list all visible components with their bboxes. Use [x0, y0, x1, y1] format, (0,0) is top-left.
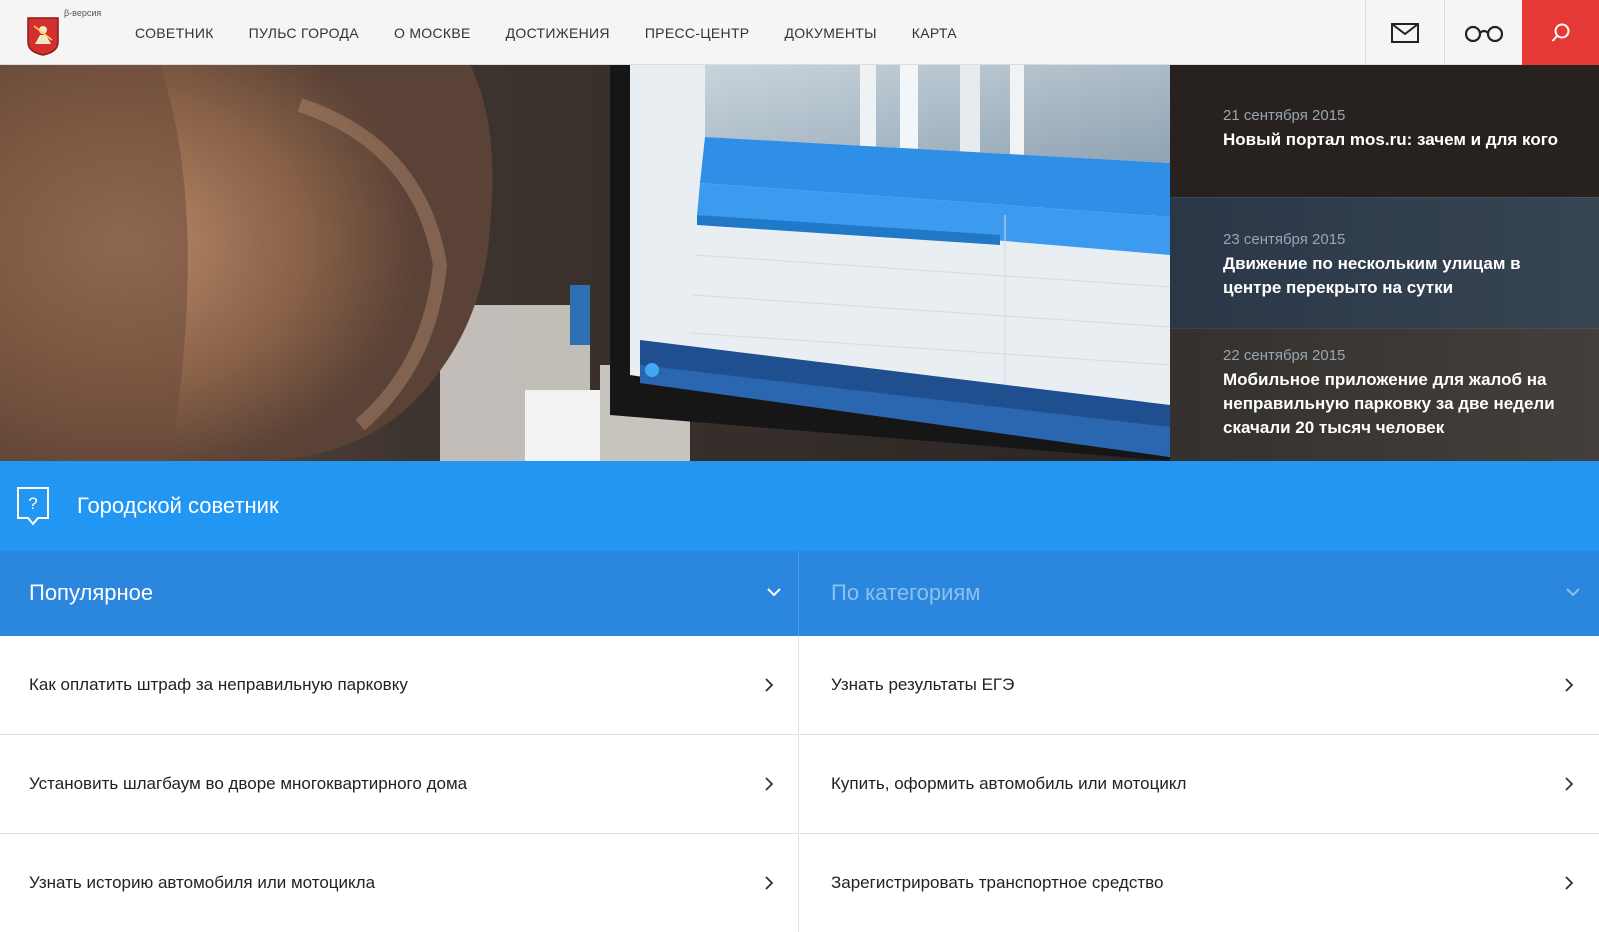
chevron-right-icon	[1565, 678, 1574, 692]
chevron-right-icon	[765, 777, 774, 791]
moscow-coat-of-arms-logo[interactable]	[26, 16, 60, 56]
list-item-label: Узнать результаты ЕГЭ	[831, 675, 1015, 694]
tab-categories[interactable]: По категориям	[800, 551, 1599, 636]
list-item[interactable]: Узнать результаты ЕГЭ	[800, 636, 1599, 735]
list-item-label: Зарегистрировать транспортное средство	[831, 873, 1164, 892]
chevron-down-icon	[1566, 588, 1580, 597]
advisor-title[interactable]: Городской советник	[77, 493, 279, 519]
chevron-right-icon	[1565, 876, 1574, 890]
nav-item-press-center[interactable]: ПРЕСС-ЦЕНТР	[645, 25, 750, 41]
nav-item-advisor[interactable]: СОВЕТНИК	[135, 25, 214, 41]
list-item-label: Как оплатить штраф за неправильную парко…	[29, 675, 408, 694]
nav-item-city-pulse[interactable]: ПУЛЬС ГОРОДА	[249, 25, 359, 41]
news-title[interactable]: Мобильное приложение для жалоб на неправ…	[1223, 368, 1567, 440]
nav-item-map[interactable]: КАРТА	[912, 25, 957, 41]
news-date: 23 сентября 2015	[1223, 231, 1346, 248]
accessibility-button[interactable]	[1444, 0, 1523, 65]
nav-item-about-moscow[interactable]: О МОСКВЕ	[394, 25, 471, 41]
tab-popular-label: Популярное	[29, 580, 154, 605]
mail-icon	[1391, 22, 1419, 43]
advisor-lists: Как оплатить штраф за неправильную парко…	[0, 636, 1599, 932]
nav-item-achievements[interactable]: ДОСТИЖЕНИЯ	[506, 25, 610, 41]
list-item[interactable]: Купить, оформить автомобиль или мотоцикл	[800, 735, 1599, 834]
news-title[interactable]: Новый портал mos.ru: зачем и для кого	[1223, 128, 1567, 152]
category-list: Узнать результаты ЕГЭ Купить, оформить а…	[800, 636, 1599, 932]
beta-label: β-версия	[64, 8, 102, 18]
news-title[interactable]: Движение по нескольким улицам в центре п…	[1223, 252, 1567, 300]
list-item[interactable]: Как оплатить штраф за неправильную парко…	[0, 636, 799, 735]
news-panel: 21 сентября 2015 Новый портал mos.ru: за…	[1170, 65, 1599, 461]
list-item-label: Установить шлагбаум во дворе многокварти…	[29, 774, 468, 793]
list-item[interactable]: Узнать историю автомобиля или мотоцикла	[0, 834, 799, 932]
chevron-right-icon	[765, 678, 774, 692]
mail-button[interactable]	[1365, 0, 1444, 65]
news-item[interactable]: 22 сентября 2015 Мобильное приложение дл…	[1170, 328, 1599, 461]
hero-banner: 21 сентября 2015 Новый портал mos.ru: за…	[0, 65, 1599, 461]
tab-categories-label: По категориям	[831, 580, 981, 605]
news-date: 22 сентября 2015	[1223, 347, 1346, 364]
hero-photo	[0, 65, 1170, 461]
list-item[interactable]: Зарегистрировать транспортное средство	[800, 834, 1599, 932]
news-item[interactable]: 21 сентября 2015 Новый портал mos.ru: за…	[1170, 65, 1599, 197]
nav-item-documents[interactable]: ДОКУМЕНТЫ	[784, 25, 876, 41]
list-item-label: Купить, оформить автомобиль или мотоцикл	[831, 774, 1187, 793]
site-header: β-версия СОВЕТНИК ПУЛЬС ГОРОДА О МОСКВЕ …	[0, 0, 1599, 65]
main-nav: СОВЕТНИК ПУЛЬС ГОРОДА О МОСКВЕ ДОСТИЖЕНИ…	[135, 0, 992, 65]
popular-list: Как оплатить штраф за неправильную парко…	[0, 636, 799, 932]
list-item[interactable]: Установить шлагбаум во дворе многокварти…	[0, 735, 799, 834]
chevron-down-icon	[767, 588, 781, 597]
glasses-icon	[1464, 25, 1504, 42]
advisor-tabs: Популярное По категориям	[0, 551, 1599, 636]
search-icon	[1551, 23, 1569, 42]
news-item[interactable]: 23 сентября 2015 Движение по нескольким …	[1170, 197, 1599, 328]
question-badge-icon: ?	[17, 487, 49, 526]
tab-popular[interactable]: Популярное	[0, 551, 799, 636]
chevron-right-icon	[1565, 777, 1574, 791]
svg-text:?: ?	[28, 494, 37, 513]
news-date: 21 сентября 2015	[1223, 107, 1346, 124]
search-button[interactable]	[1522, 0, 1599, 65]
list-item-label: Узнать историю автомобиля или мотоцикла	[29, 873, 376, 892]
city-advisor-bar: ? Городской советник	[0, 461, 1599, 551]
chevron-right-icon	[765, 876, 774, 890]
